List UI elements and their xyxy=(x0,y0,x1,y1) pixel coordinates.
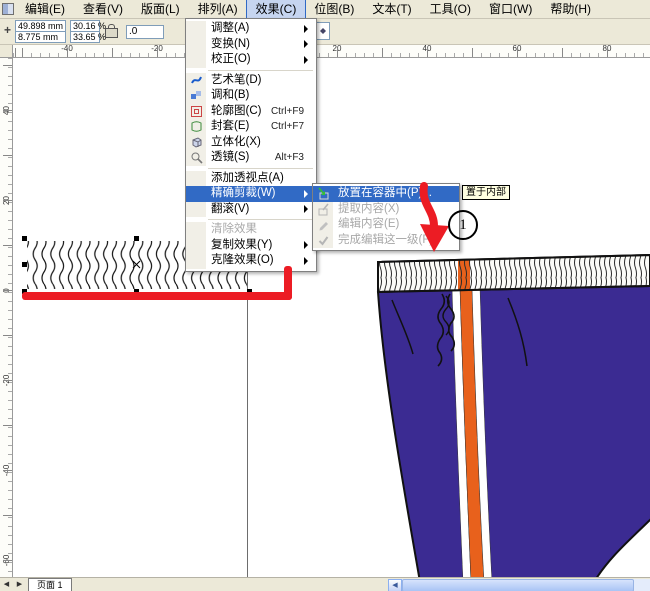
horizontal-scrollbar[interactable]: ◀ xyxy=(388,579,650,591)
menu-arrange[interactable]: 排列(A) xyxy=(189,0,247,19)
ruler-number: 40 xyxy=(2,106,11,115)
extrude-icon xyxy=(192,137,201,148)
menu-item-contour[interactable]: 轮廓图(C) Ctrl+F9 xyxy=(186,103,316,119)
ruler-number: 0 xyxy=(2,288,11,293)
menu-item-powerclip[interactable]: 精确剪裁(W) xyxy=(186,186,316,202)
ruler-number: 40 xyxy=(422,44,432,53)
page-tab[interactable]: 页面 1 xyxy=(28,577,72,591)
menu-item-blend[interactable]: 调和(B) xyxy=(186,88,316,104)
extract-contents-icon xyxy=(318,203,329,216)
ruler-number: 20 xyxy=(2,196,11,205)
property-bar: + % % xyxy=(0,18,650,45)
finish-editing-icon xyxy=(318,236,328,246)
drawing-canvas[interactable]: 1 xyxy=(13,58,650,577)
menu-item-lens[interactable]: 透镜(S) Alt+F3 xyxy=(186,150,316,166)
ruler-number: -40 xyxy=(2,464,11,477)
red-underline-annotation xyxy=(22,292,292,300)
scrollbar-thumb[interactable] xyxy=(402,579,634,591)
ruler-number: 60 xyxy=(512,44,522,53)
contour-icon xyxy=(190,105,202,117)
tooltip: 置于内部 xyxy=(462,185,510,200)
ruler-number: -20 xyxy=(151,44,163,53)
menu-item-rollover[interactable]: 翻滚(V) xyxy=(186,201,316,217)
edit-contents-icon xyxy=(319,222,328,231)
menu-tools[interactable]: 工具(O) xyxy=(421,0,480,19)
menu-layout[interactable]: 版面(L) xyxy=(132,0,189,19)
rotation-angle-field[interactable] xyxy=(126,25,164,39)
object-y-field[interactable] xyxy=(15,31,66,43)
red-underline-hook-annotation xyxy=(284,266,292,300)
ruler-number: 20 xyxy=(332,44,342,53)
menu-item-correction[interactable]: 校正(O) xyxy=(186,52,316,68)
menu-item-transform[interactable]: 变换(N) xyxy=(186,36,316,52)
ruler-number: -60 xyxy=(2,554,11,567)
menu-text[interactable]: 文本(T) xyxy=(363,0,420,19)
menubar: 编辑(E) 查看(V) 版面(L) 排列(A) 效果(C) 位图(B) 文本(T… xyxy=(0,0,650,20)
menu-item-clone-effect[interactable]: 克隆效果(O) xyxy=(186,253,316,269)
menu-item-envelope[interactable]: 封套(E) Ctrl+F7 xyxy=(186,119,316,135)
ruler-number: -40 xyxy=(61,44,73,53)
menu-item-add-perspective[interactable]: 添加透视点(A) xyxy=(186,170,316,186)
menu-item-clear-effect[interactable]: 清除效果 xyxy=(186,222,316,238)
envelope-icon xyxy=(191,121,201,132)
effects-dropdown-menu: 调整(A) 变换(N) 校正(O) 艺术笔(D) 调和(B) 轮廓图(C) Ct… xyxy=(185,18,317,272)
status-bar: ◀ ▶ 页面 1 ◀ xyxy=(0,577,650,591)
menu-effects[interactable]: 效果(C) xyxy=(245,0,307,20)
pants-body[interactable] xyxy=(376,283,650,577)
vertical-ruler[interactable]: 40 20 0 -20 -40 -60 xyxy=(0,58,13,577)
step-1-circle-annotation: 1 xyxy=(448,210,478,240)
menu-item-extrude[interactable]: 立体化(X) xyxy=(186,134,316,150)
spinner-buttons[interactable] xyxy=(316,22,330,40)
coreldraw-window: 编辑(E) 查看(V) 版面(L) 排列(A) 效果(C) 位图(B) 文本(T… xyxy=(0,0,650,591)
app-icon xyxy=(2,3,14,15)
artistic-media-icon xyxy=(190,76,202,84)
menu-separator xyxy=(208,167,313,169)
menu-window[interactable]: 窗口(W) xyxy=(480,0,541,19)
ruler-number: -20 xyxy=(2,374,11,387)
lens-icon xyxy=(191,152,203,164)
object-position-icon: + xyxy=(3,23,11,37)
pants-drawing[interactable] xyxy=(358,248,650,577)
menu-separator xyxy=(208,219,313,220)
scale-y-field[interactable] xyxy=(70,31,100,43)
menu-item-adjust[interactable]: 调整(A) xyxy=(186,21,316,37)
ruler-corner xyxy=(0,44,13,58)
next-page-button[interactable]: ▶ xyxy=(13,579,26,591)
ruler-number: 80 xyxy=(602,44,612,53)
menu-separator xyxy=(208,69,313,71)
scroll-left-button[interactable]: ◀ xyxy=(388,579,402,591)
nonproportional-scaling-lock-icon[interactable] xyxy=(105,24,118,38)
horizontal-ruler[interactable]: -40 -20 20 40 60 80 xyxy=(13,44,650,58)
menu-view[interactable]: 查看(V) xyxy=(74,0,132,19)
menu-help[interactable]: 帮助(H) xyxy=(541,0,600,19)
menu-item-copy-effect[interactable]: 复制效果(Y) xyxy=(186,237,316,253)
menu-edit[interactable]: 编辑(E) xyxy=(16,0,74,19)
menu-bitmaps[interactable]: 位图(B) xyxy=(305,0,363,19)
blend-icon xyxy=(190,91,201,100)
menu-item-artistic-media[interactable]: 艺术笔(D) xyxy=(186,72,316,88)
place-inside-container-icon xyxy=(317,187,328,200)
prev-page-button[interactable]: ◀ xyxy=(0,579,13,591)
